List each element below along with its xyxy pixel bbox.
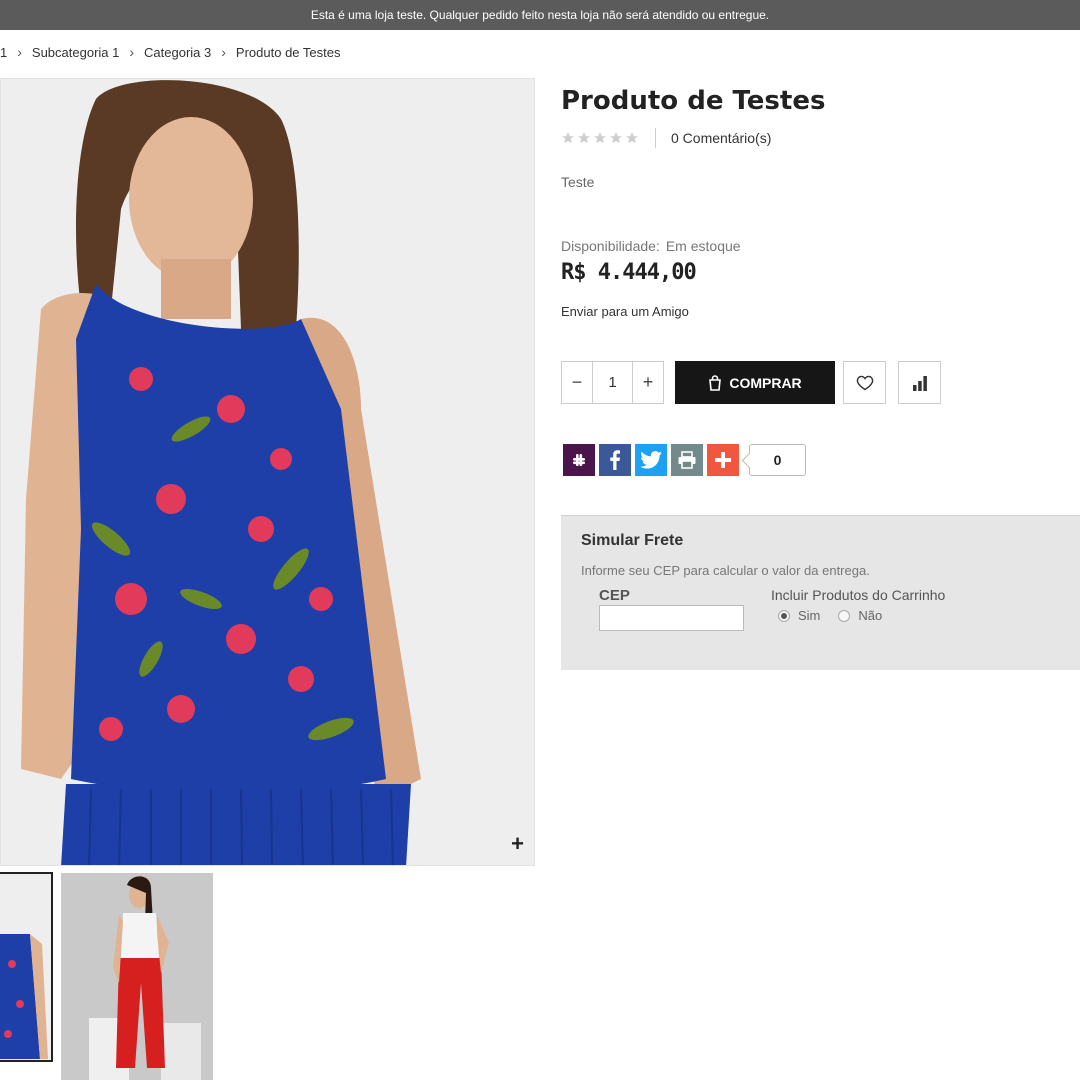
buy-button-label: COMPRAR xyxy=(729,374,802,391)
plus-icon[interactable]: + xyxy=(632,362,663,403)
thumbnail-2[interactable] xyxy=(61,873,213,1080)
breadcrumb: 1 › Subcategoria 1 › Categoria 3 › Produ… xyxy=(0,42,340,62)
radio-label: Não xyxy=(858,608,883,623)
compare-button[interactable] xyxy=(898,361,941,404)
radio-button[interactable] xyxy=(838,609,851,622)
slack-icon[interactable] xyxy=(563,444,595,476)
radio-button-selected[interactable] xyxy=(778,609,790,622)
social-share-bar: 0 xyxy=(563,444,806,476)
plus-icon[interactable]: + xyxy=(511,831,524,857)
minus-icon[interactable]: − xyxy=(562,362,593,403)
breadcrumb-item[interactable]: 1 xyxy=(0,45,7,60)
chevron-right-icon: › xyxy=(221,44,226,60)
heart-icon xyxy=(856,375,873,390)
chevron-right-icon: › xyxy=(129,44,135,60)
star-icon xyxy=(610,132,622,144)
quantity-stepper: − 1 + xyxy=(561,361,664,404)
breadcrumb-item[interactable]: Subcategoria 1 xyxy=(32,45,119,60)
thumbnail-1[interactable] xyxy=(0,872,53,1062)
email-friend-link[interactable]: Enviar para um Amigo xyxy=(561,304,689,319)
star-icon xyxy=(578,132,590,144)
breadcrumb-current: Produto de Testes xyxy=(235,44,341,60)
shipping-description: Informe seu CEP para calcular o valor da… xyxy=(581,563,870,578)
include-cart-options: Sim Não xyxy=(778,608,900,623)
radio-option-nao[interactable]: Não xyxy=(838,608,882,623)
thumbnail-photo xyxy=(0,874,51,1060)
shipping-simulator: Simular Frete Informe seu CEP para calcu… xyxy=(561,515,1080,670)
availability: Disponibilidade: Em estoque xyxy=(561,238,741,254)
rating-stars xyxy=(561,131,639,145)
shopping-bag-icon xyxy=(709,374,722,391)
shipping-title: Simular Frete xyxy=(581,532,684,549)
cep-label: CEP xyxy=(599,587,630,604)
more-share-icon[interactable] xyxy=(707,444,739,476)
star-icon xyxy=(594,132,606,144)
chevron-right-icon: › xyxy=(17,44,22,60)
product-price: R$ 4.444,00 xyxy=(561,260,697,285)
availability-label: Disponibilidade: xyxy=(561,238,660,254)
notice-text: Esta é uma loja teste. Qualquer pedido f… xyxy=(310,8,770,22)
buy-button[interactable]: COMPRAR xyxy=(675,361,835,404)
share-count: 0 xyxy=(749,444,806,476)
facebook-icon[interactable] xyxy=(599,444,631,476)
comments-link[interactable]: 0 Comentário(s) xyxy=(671,130,771,146)
product-title: Produto de Testes xyxy=(561,86,826,116)
bar-chart-icon xyxy=(912,375,927,391)
radio-label: Sim xyxy=(798,608,821,623)
cep-input[interactable] xyxy=(599,605,744,631)
divider xyxy=(655,128,656,148)
wishlist-button[interactable] xyxy=(843,361,886,404)
test-store-notice-bar: Esta é uma loja teste. Qualquer pedido f… xyxy=(0,0,1080,30)
quantity-input[interactable]: 1 xyxy=(593,362,632,403)
thumbnail-photo xyxy=(61,873,213,1080)
main-product-image[interactable]: + xyxy=(0,78,535,866)
breadcrumb-item[interactable]: Categoria 3 xyxy=(144,45,211,60)
twitter-icon[interactable] xyxy=(635,444,667,476)
product-photo xyxy=(1,79,534,865)
star-icon xyxy=(626,132,638,144)
radio-option-sim[interactable]: Sim xyxy=(778,608,820,623)
short-description: Teste xyxy=(561,174,595,190)
star-icon xyxy=(562,132,574,144)
include-cart-label: Incluir Produtos do Carrinho xyxy=(771,587,946,603)
availability-value: Em estoque xyxy=(665,238,741,254)
rating-row: 0 Comentário(s) xyxy=(561,128,771,148)
print-icon[interactable] xyxy=(671,444,703,476)
